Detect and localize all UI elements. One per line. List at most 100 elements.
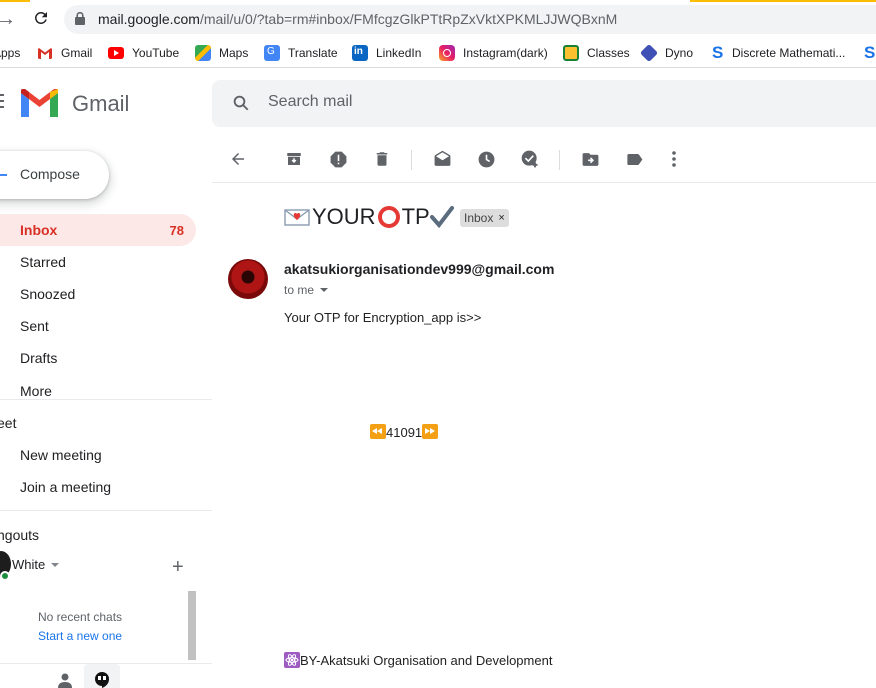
atom-icon [284, 652, 300, 668]
bookmark-youtube[interactable]: YouTube [108, 44, 179, 62]
sidebar-item-sent[interactable]: Sent [0, 310, 196, 342]
meet-section-title: eet [0, 415, 17, 431]
sidebar-item-label: Inbox [20, 222, 58, 238]
gmail-logo[interactable] [21, 89, 58, 117]
plus-icon [0, 174, 7, 176]
join-meeting-item[interactable]: Join a meeting [0, 471, 196, 503]
check-mark-icon [429, 206, 454, 228]
instagram-icon [439, 45, 455, 61]
recipients-text: to me [284, 283, 315, 297]
sidebar-divider [0, 510, 212, 511]
back-arrow-icon[interactable] [228, 149, 248, 169]
tab-accent [690, 0, 876, 2]
sidebar-item-snoozed[interactable]: Snoozed [0, 278, 196, 310]
dyno-icon [639, 43, 659, 63]
sidebar-item-label: Sent [20, 318, 49, 334]
bookmark-instagram[interactable]: Instagram(dark) [439, 44, 548, 62]
bookmark-label: Instagram(dark) [463, 46, 548, 60]
bookmark-label: Maps [219, 46, 249, 60]
compose-button[interactable]: Compose [0, 151, 109, 199]
bookmark-gmail[interactable]: Gmail [37, 44, 92, 62]
tab-accent [0, 0, 30, 2]
bookmark-maps[interactable]: Maps [195, 44, 248, 62]
sidebar-item-label: Snoozed [20, 286, 76, 302]
bookmark-label: Classes [587, 46, 630, 60]
mark-as-unread-icon[interactable] [432, 149, 452, 169]
message-subject: YOUR TP [284, 204, 454, 230]
sidebar-item-label: Starred [20, 254, 66, 270]
close-icon[interactable]: × [498, 212, 504, 224]
maps-icon [195, 45, 211, 61]
bookmark-label: Gmail [61, 46, 93, 60]
gmail-wordmark: Gmail [72, 91, 130, 116]
label-icon[interactable] [624, 149, 644, 169]
reload-icon[interactable] [32, 9, 50, 33]
bookmark-label: YouTube [132, 46, 180, 60]
hangouts-user[interactable]: White [12, 557, 60, 572]
signature-line: BY-Akatsuki Organisation and Development [284, 652, 552, 668]
forward-arrow-icon[interactable]: → [0, 8, 16, 31]
toolbar-divider [212, 182, 876, 183]
chevron-down-icon [51, 562, 60, 567]
scrollbar[interactable] [188, 591, 196, 660]
hangouts-user-name: White [12, 557, 46, 572]
avatar[interactable] [228, 259, 268, 299]
bookmark-apps[interactable]: Apps [0, 44, 20, 62]
bookmark-translate[interactable]: G Translate [264, 44, 338, 62]
compose-label: Compose [20, 166, 80, 182]
bookmark-linkedin[interactable]: in LinkedIn [352, 44, 421, 62]
bookmark-label: LinkedIn [376, 46, 422, 60]
search-icon[interactable] [232, 94, 250, 112]
bookmark-overflow[interactable]: S [864, 43, 875, 62]
address-bar[interactable]: mail.google.com/mail/u/0/?tab=rm#inbox/F… [64, 5, 876, 34]
otp-code: 41091 [386, 425, 423, 440]
hangouts-section-title: ngouts [0, 527, 40, 543]
report-spam-icon[interactable] [328, 149, 348, 169]
delete-icon[interactable] [372, 149, 392, 169]
lock-icon [75, 12, 85, 25]
search-bar[interactable] [212, 80, 876, 127]
subject-text: YOUR [312, 204, 376, 229]
more-vert-icon[interactable] [664, 149, 684, 169]
label-chip-text: Inbox [464, 211, 494, 225]
sidebar-item-starred[interactable]: Starred [0, 246, 196, 278]
chat-list [0, 591, 196, 661]
classes-icon [563, 45, 579, 61]
subject-text: TP [401, 204, 430, 229]
youtube-icon [108, 47, 124, 59]
inbox-label-chip[interactable]: Inbox × [460, 209, 509, 227]
snooze-clock-icon[interactable] [476, 149, 496, 169]
bookmark-classes[interactable]: Classes [563, 44, 630, 62]
toolbar-separator [411, 150, 412, 170]
sidebar-item-drafts[interactable]: Drafts [0, 342, 196, 374]
new-meeting-item[interactable]: New meeting [0, 439, 196, 471]
sidebar-item-inbox[interactable]: Inbox 78 [0, 214, 196, 246]
bookmark-label: Apps [0, 46, 21, 60]
add-to-tasks-icon[interactable] [520, 149, 540, 169]
otp-line: 41091 [370, 424, 439, 440]
main-menu-icon[interactable] [0, 94, 4, 112]
unread-count: 78 [169, 223, 184, 238]
sender-email[interactable]: akatsukiorganisationdev999@gmail.com [284, 261, 554, 277]
s-icon: S [712, 43, 724, 62]
archive-icon[interactable] [284, 149, 304, 169]
red-circle-o-icon [377, 206, 400, 228]
bookmark-dyno[interactable]: Dyno [639, 43, 693, 63]
url-text[interactable]: mail.google.com/mail/u/0/?tab=rm#inbox/F… [98, 11, 617, 27]
sidebar-item-label: More [20, 383, 52, 399]
fast-forward-icon [422, 424, 439, 439]
sidebar-divider [0, 399, 212, 400]
no-chats-text: No recent chats [38, 610, 123, 624]
recipients-toggle[interactable]: to me [284, 283, 329, 297]
search-input[interactable] [268, 93, 668, 111]
move-to-icon[interactable] [580, 149, 600, 169]
add-icon[interactable]: + [172, 556, 184, 579]
message-body-text: Your OTP for Encryption_app is>> [284, 310, 482, 325]
person-icon[interactable] [57, 672, 73, 688]
bookmark-discrete[interactable]: S Discrete Mathemati... [710, 43, 845, 62]
quote-bubble-icon [95, 672, 109, 688]
hangouts-tab[interactable] [84, 664, 120, 688]
sidebar-item-more[interactable]: More [0, 375, 196, 407]
toolbar-separator [559, 150, 560, 170]
start-new-chat-link[interactable]: Start a new one [38, 629, 122, 643]
